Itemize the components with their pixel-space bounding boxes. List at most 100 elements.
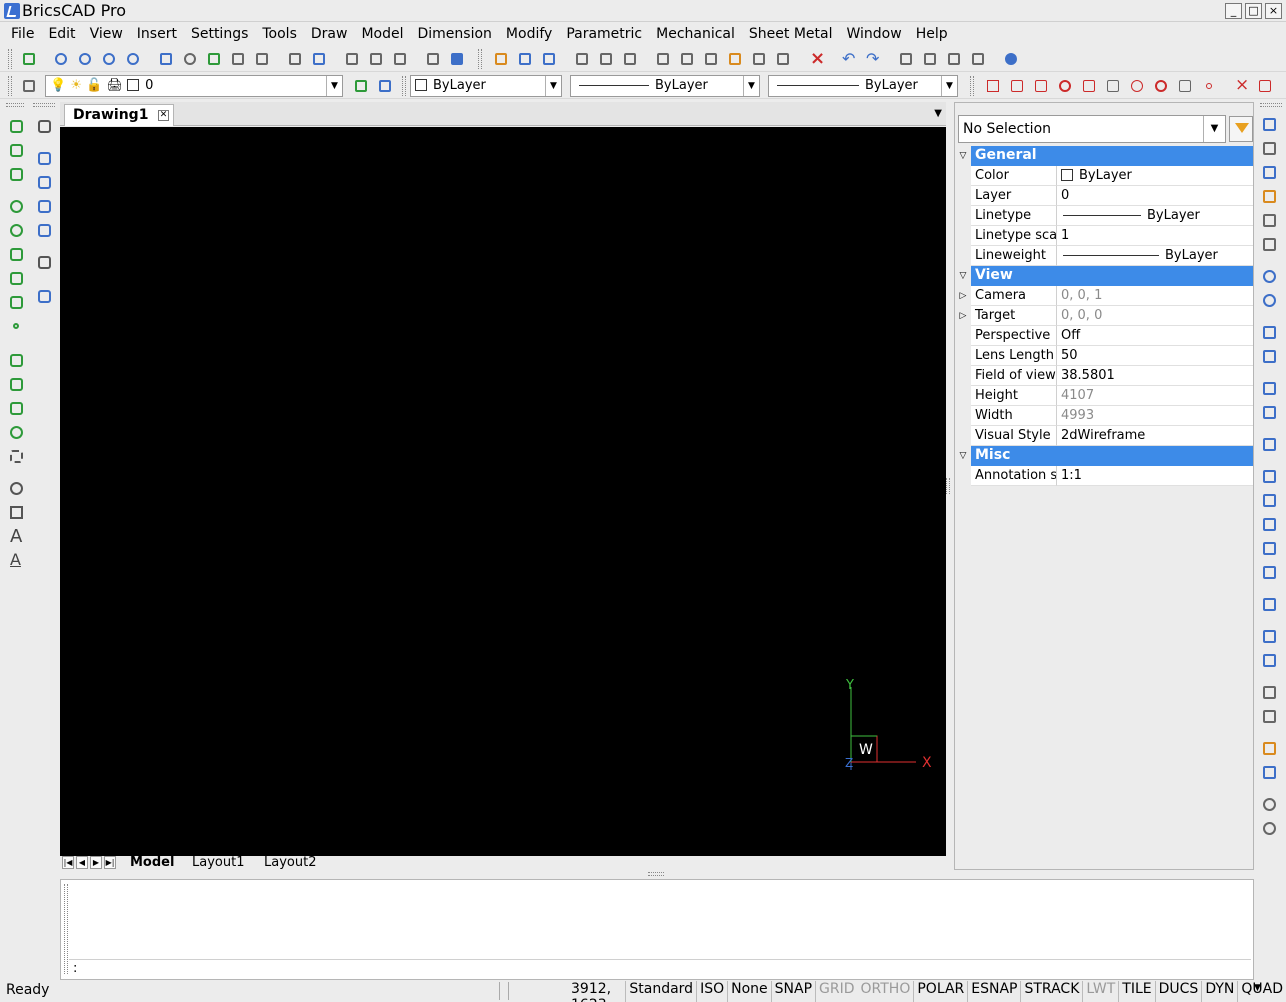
property-row[interactable]: Visual Style 2dWireframe: [955, 426, 1253, 446]
copy-entity-icon[interactable]: [35, 117, 55, 137]
property-value[interactable]: 1: [1057, 226, 1253, 246]
zoom-in-icon[interactable]: [52, 50, 70, 68]
section-view[interactable]: ▽ View: [955, 266, 1253, 286]
layer-previous-icon[interactable]: [376, 77, 394, 95]
menu-mechanical[interactable]: Mechanical: [649, 26, 742, 42]
ucs-icon[interactable]: [205, 50, 223, 68]
divide-icon[interactable]: [1260, 683, 1280, 703]
mirror-icon[interactable]: [35, 221, 55, 241]
viewports-icon[interactable]: [343, 50, 361, 68]
snap-intersection-icon[interactable]: [1032, 77, 1050, 95]
tab-layout1[interactable]: Layout1: [192, 855, 244, 870]
spell-check-icon[interactable]: [35, 287, 55, 307]
section-misc[interactable]: ▽ Misc: [955, 446, 1253, 466]
property-row[interactable]: Linetype scale 1: [955, 226, 1253, 246]
property-row[interactable]: Linetype ByLayer: [955, 206, 1253, 226]
zoom-out-icon[interactable]: [76, 50, 94, 68]
snap-endpoint-icon[interactable]: [984, 77, 1002, 95]
toolbar-grip[interactable]: [8, 49, 12, 69]
print-icon[interactable]: [597, 50, 615, 68]
section-general[interactable]: ▽ General: [955, 146, 1253, 166]
solid-edit-icon[interactable]: [1260, 795, 1280, 815]
extend-icon[interactable]: [1260, 515, 1280, 535]
rotate-3d-icon[interactable]: [1260, 291, 1280, 311]
orbit-icon[interactable]: [181, 50, 199, 68]
move-icon[interactable]: [1260, 115, 1280, 135]
layer-explorer-icon[interactable]: [921, 50, 939, 68]
properties-icon[interactable]: [897, 50, 915, 68]
save-icon[interactable]: [540, 50, 558, 68]
property-value[interactable]: ByLayer: [1057, 166, 1253, 186]
block-icon[interactable]: [1260, 235, 1280, 255]
snap-parallel-icon[interactable]: [1104, 77, 1122, 95]
quick-select-filter-icon[interactable]: [1229, 116, 1253, 142]
open-file-icon[interactable]: [516, 50, 534, 68]
panel-resize-handle[interactable]: [946, 478, 950, 494]
menu-insert[interactable]: Insert: [130, 26, 184, 42]
array-icon[interactable]: [1260, 379, 1280, 399]
edit-polyline-icon[interactable]: [1260, 763, 1280, 783]
property-row[interactable]: ▷ Camera 0, 0, 1: [955, 286, 1253, 306]
menu-parametric[interactable]: Parametric: [559, 26, 649, 42]
chamfer-icon[interactable]: [1260, 627, 1280, 647]
snap-node-icon[interactable]: [1200, 77, 1218, 95]
property-row[interactable]: Width 4993: [955, 406, 1253, 426]
help-icon[interactable]: [1002, 50, 1020, 68]
property-row[interactable]: Annotation scale 1:1: [955, 466, 1253, 486]
menu-model[interactable]: Model: [354, 26, 410, 42]
property-value[interactable]: 38.5801: [1057, 366, 1253, 386]
status-quad[interactable]: QUAD: [1238, 981, 1286, 1002]
last-tab-button[interactable]: ▶|: [104, 856, 116, 869]
new-file-icon[interactable]: [492, 50, 510, 68]
snap-tangent-icon[interactable]: [1128, 77, 1146, 95]
menu-draw[interactable]: Draw: [304, 26, 355, 42]
layers-icon[interactable]: [20, 77, 38, 95]
status-lwt[interactable]: LWT: [1083, 981, 1120, 1002]
move-icon[interactable]: [35, 149, 55, 169]
mirror-icon[interactable]: [1260, 323, 1280, 343]
menu-tools[interactable]: Tools: [255, 26, 304, 42]
linetype-select[interactable]: ByLayer ▼: [570, 75, 760, 97]
line-icon[interactable]: [7, 117, 27, 137]
snap-insertion-icon[interactable]: [1176, 77, 1194, 95]
checklist-icon[interactable]: [969, 50, 987, 68]
collapse-icon[interactable]: ▽: [955, 146, 971, 166]
spline-icon[interactable]: [7, 245, 27, 265]
property-value[interactable]: Off: [1057, 326, 1253, 346]
property-value[interactable]: 50: [1057, 346, 1253, 366]
expand-icon[interactable]: ▷: [955, 286, 971, 306]
settings-icon[interactable]: [945, 50, 963, 68]
paste-icon[interactable]: [702, 50, 720, 68]
command-input[interactable]: :: [69, 959, 1251, 979]
view-cube-icon[interactable]: [286, 50, 304, 68]
status-tile[interactable]: TILE: [1119, 981, 1156, 1002]
pan-icon[interactable]: [157, 50, 175, 68]
status-ortho[interactable]: ORTHO: [858, 981, 915, 1002]
menu-edit[interactable]: Edit: [41, 26, 82, 42]
toolbar-grip[interactable]: [402, 76, 406, 96]
next-tab-button[interactable]: ▶: [90, 856, 102, 869]
publish-icon[interactable]: [621, 50, 639, 68]
array-icon[interactable]: [35, 253, 55, 273]
sheet-icon[interactable]: [391, 50, 409, 68]
close-tab-icon[interactable]: ✕: [158, 110, 169, 121]
explode-icon[interactable]: [1260, 163, 1280, 183]
property-row[interactable]: Color ByLayer: [955, 166, 1253, 186]
snap-clear-icon[interactable]: ×: [1232, 75, 1250, 95]
snap-quadrant-icon[interactable]: [1152, 77, 1170, 95]
panel-grip[interactable]: [64, 884, 68, 974]
point-icon[interactable]: [7, 317, 27, 337]
drawing-canvas[interactable]: Y X Z W: [60, 127, 946, 856]
collapse-icon[interactable]: ▽: [955, 266, 971, 286]
property-row[interactable]: Lens Length 50: [955, 346, 1253, 366]
redo-icon[interactable]: ↷: [864, 49, 882, 68]
eyedropper-icon[interactable]: [1260, 211, 1280, 231]
status-workspace[interactable]: None: [728, 981, 772, 1002]
status-ducs[interactable]: DUCS: [1156, 981, 1203, 1002]
property-row[interactable]: Perspective Off: [955, 326, 1253, 346]
arc-icon[interactable]: [7, 197, 27, 217]
tab-model[interactable]: Model: [130, 855, 174, 870]
property-value[interactable]: 0: [1057, 186, 1253, 206]
close-button[interactable]: ×: [1265, 3, 1282, 19]
selection-dropdown[interactable]: No Selection ▼: [958, 115, 1226, 143]
